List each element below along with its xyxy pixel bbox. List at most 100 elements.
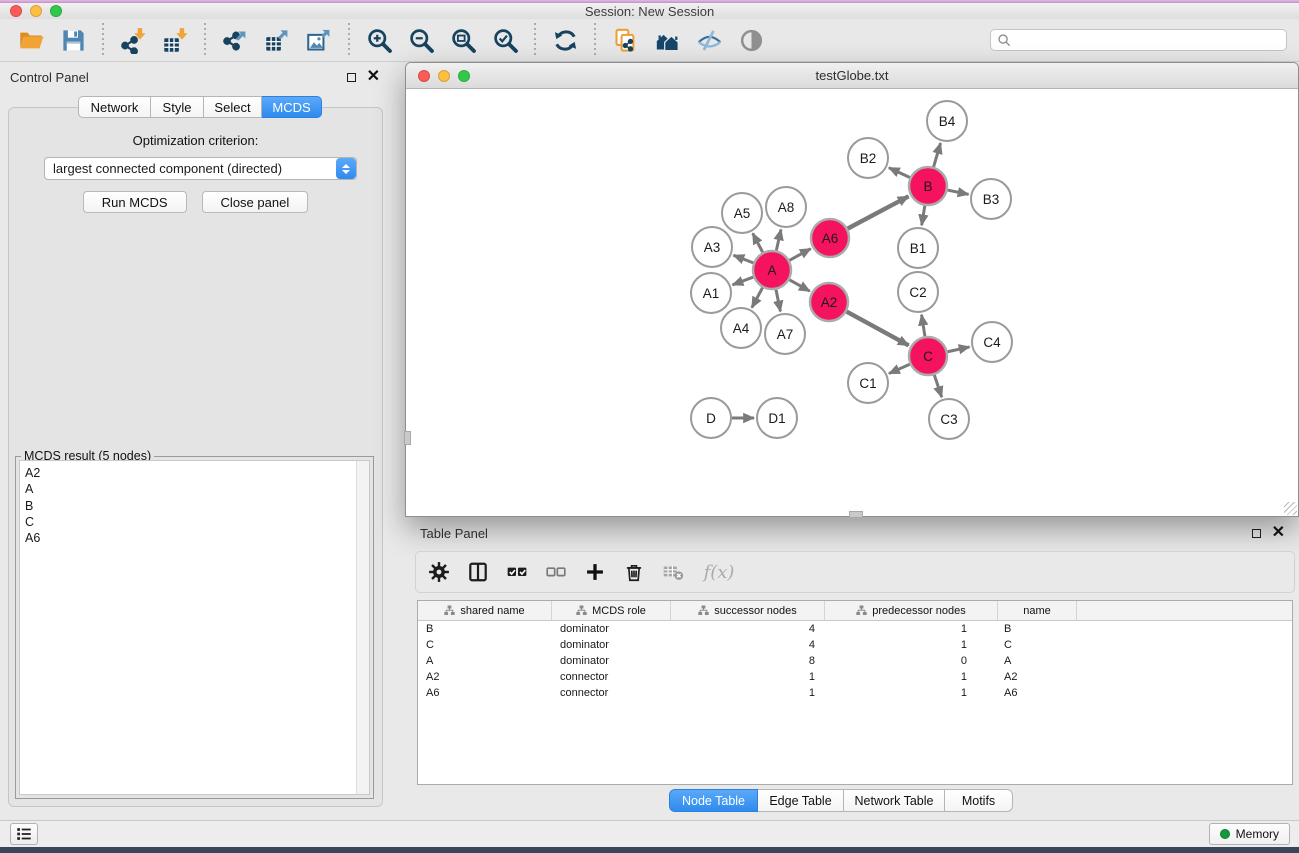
node-B3[interactable]: B3 — [971, 179, 1011, 219]
save-session-button[interactable] — [55, 22, 91, 58]
mcds-result-item[interactable]: A2 — [25, 465, 369, 481]
first-neighbors-button[interactable] — [649, 22, 685, 58]
show-all-button[interactable] — [733, 22, 769, 58]
edge-A-A5[interactable] — [753, 233, 763, 252]
node-A2[interactable]: A2 — [810, 283, 848, 321]
table-row[interactable]: Adominator80A — [418, 653, 1292, 669]
tab-edge-table[interactable]: Edge Table — [758, 789, 844, 812]
network-canvas[interactable]: B4B2BB3A8A5A6A3B1AA1C2A2A4A7C4CC1C3DD1 — [406, 89, 1298, 516]
tab-network[interactable]: Network — [78, 96, 151, 118]
node-D[interactable]: D — [691, 398, 731, 438]
column-header-name[interactable]: name — [998, 601, 1077, 620]
task-history-button[interactable] — [10, 823, 38, 845]
close-window-button[interactable] — [10, 5, 22, 17]
tab-motifs[interactable]: Motifs — [945, 789, 1013, 812]
node-A5[interactable]: A5 — [722, 193, 762, 233]
table-settings-button[interactable] — [426, 559, 452, 585]
node-B1[interactable]: B1 — [898, 228, 938, 268]
deselect-all-rows-button[interactable] — [543, 559, 569, 585]
column-header-predecessor-nodes[interactable]: predecessor nodes — [825, 601, 998, 620]
edge-A-A8[interactable] — [776, 229, 781, 250]
hide-selected-button[interactable] — [691, 22, 727, 58]
show-columns-button[interactable] — [465, 559, 491, 585]
zoom-in-button[interactable] — [361, 22, 397, 58]
node-B4[interactable]: B4 — [927, 101, 967, 141]
node-C[interactable]: C — [909, 337, 947, 375]
edge-A6-B[interactable] — [848, 196, 909, 228]
close-panel-icon[interactable]: ✕ — [367, 72, 380, 82]
network-close-button[interactable] — [418, 70, 430, 82]
node-D1[interactable]: D1 — [757, 398, 797, 438]
tab-style[interactable]: Style — [151, 96, 204, 118]
node-B[interactable]: B — [909, 167, 947, 205]
zoom-selected-button[interactable] — [487, 22, 523, 58]
node-C2[interactable]: C2 — [898, 272, 938, 312]
edge-B-B1[interactable] — [922, 206, 925, 226]
minimize-window-button[interactable] — [30, 5, 42, 17]
edge-A-A1[interactable] — [733, 277, 754, 285]
table-row[interactable]: Bdominator41B — [418, 621, 1292, 637]
export-table-button[interactable] — [259, 22, 295, 58]
import-network-button[interactable] — [115, 22, 151, 58]
edge-C-C3[interactable] — [934, 375, 941, 397]
edge-C-C2[interactable] — [922, 315, 925, 337]
node-A[interactable]: A — [753, 251, 791, 289]
node-A4[interactable]: A4 — [721, 308, 761, 348]
edge-A-A7[interactable] — [776, 290, 780, 312]
column-header-successor-nodes[interactable]: successor nodes — [671, 601, 825, 620]
zoom-out-button[interactable] — [403, 22, 439, 58]
edge-C-C1[interactable] — [889, 364, 910, 373]
mcds-result-item[interactable]: B — [25, 498, 369, 514]
edge-A-A2[interactable] — [789, 280, 809, 291]
delete-column-button[interactable] — [621, 559, 647, 585]
edge-A2-C[interactable] — [847, 312, 909, 346]
edge-B-B2[interactable] — [889, 168, 910, 178]
node-C1[interactable]: C1 — [848, 363, 888, 403]
tab-select[interactable]: Select — [204, 96, 262, 118]
column-header-shared-name[interactable]: shared name — [418, 601, 552, 620]
table-row[interactable]: Cdominator41C — [418, 637, 1292, 653]
export-image-button[interactable] — [301, 22, 337, 58]
node-A7[interactable]: A7 — [765, 314, 805, 354]
node-C3[interactable]: C3 — [929, 399, 969, 439]
edge-B-B3[interactable] — [948, 190, 969, 194]
network-zoom-button[interactable] — [458, 70, 470, 82]
network-window-titlebar[interactable]: testGlobe.txt — [406, 63, 1298, 89]
add-column-button[interactable] — [582, 559, 608, 585]
tab-node-table[interactable]: Node Table — [669, 789, 758, 812]
column-header-MCDS-role[interactable]: MCDS role — [552, 601, 671, 620]
select-all-rows-button[interactable] — [504, 559, 530, 585]
zoom-fit-button[interactable] — [445, 22, 481, 58]
mcds-list-scrollbar[interactable] — [356, 461, 369, 794]
tab-mcds[interactable]: MCDS — [262, 96, 322, 118]
edge-B-B4[interactable] — [934, 143, 941, 167]
export-network-button[interactable] — [217, 22, 253, 58]
edge-A-A3[interactable] — [733, 255, 753, 263]
criterion-dropdown[interactable]: largest connected component (directed) — [44, 157, 357, 180]
table-row[interactable]: A2connector11A2 — [418, 669, 1292, 685]
close-table-panel-icon[interactable]: ✕ — [1272, 528, 1285, 538]
edge-C-C4[interactable] — [948, 347, 970, 352]
network-minimize-button[interactable] — [438, 70, 450, 82]
node-A1[interactable]: A1 — [691, 273, 731, 313]
zoom-window-button[interactable] — [50, 5, 62, 17]
import-table-button[interactable] — [157, 22, 193, 58]
close-panel-button[interactable]: Close panel — [202, 191, 309, 213]
tab-network-table[interactable]: Network Table — [844, 789, 945, 812]
network-hscroll-thumb[interactable] — [849, 511, 863, 518]
float-table-panel-icon[interactable] — [1252, 529, 1261, 538]
edge-A-A4[interactable] — [752, 288, 763, 308]
search-input[interactable] — [990, 29, 1287, 51]
node-A6[interactable]: A6 — [811, 219, 849, 257]
node-A8[interactable]: A8 — [766, 187, 806, 227]
mcds-result-item[interactable]: A6 — [25, 530, 369, 546]
node-A3[interactable]: A3 — [692, 227, 732, 267]
table-row[interactable]: A6connector11A6 — [418, 685, 1292, 701]
network-resize-grip[interactable] — [1284, 502, 1297, 515]
node-B2[interactable]: B2 — [848, 138, 888, 178]
mcds-result-list[interactable]: A2ABCA6 — [19, 460, 370, 795]
clone-network-button[interactable] — [607, 22, 643, 58]
mcds-result-item[interactable]: A — [25, 481, 369, 497]
open-session-button[interactable] — [13, 22, 49, 58]
apply-layout-button[interactable] — [547, 22, 583, 58]
